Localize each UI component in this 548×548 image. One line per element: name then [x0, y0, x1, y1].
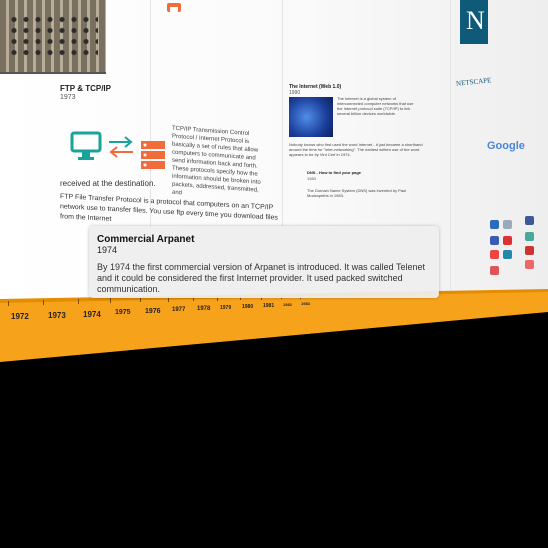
printer-icon: [166, 0, 182, 16]
web-year: 1990: [289, 90, 301, 96]
monitor-icon: [70, 130, 102, 167]
web-history: Nobody knows who first used the word Int…: [289, 142, 423, 157]
network-image: [289, 97, 333, 137]
computer-photo: [0, 0, 106, 74]
transfer-arrows-icon: [107, 136, 135, 163]
year-label[interactable]: 1978: [197, 306, 210, 312]
dns-description: The Domain Name System (DNS) was invente…: [307, 188, 407, 198]
netscape-letter: N: [466, 6, 485, 35]
year-label[interactable]: 1972: [11, 312, 29, 321]
year-label[interactable]: 1983: [301, 301, 310, 306]
google-logo: Google: [487, 140, 525, 152]
year-label[interactable]: 1976: [145, 308, 161, 315]
year-label[interactable]: 1977: [172, 307, 185, 313]
ftp-title: FTP & TCP/IP: [60, 84, 111, 93]
year-label[interactable]: 1975: [115, 309, 131, 316]
event-tooltip: Commercial Arpanet 1974 By 1974 the firs…: [89, 226, 439, 298]
netscape-logo: N: [460, 0, 488, 44]
web-description: The Internet is a global system of inter…: [337, 96, 414, 116]
dns-title: DNS - How to find your page: [307, 170, 361, 175]
year-label[interactable]: 1974: [83, 310, 101, 319]
year-label[interactable]: 1982: [283, 302, 292, 307]
ftp-year: 1973: [60, 94, 76, 101]
tooltip-title: Commercial Arpanet: [97, 234, 195, 245]
year-label[interactable]: 1979: [220, 305, 231, 311]
tcp-description: TCP/IP Transmission Control Protocol / I…: [172, 125, 261, 197]
column-divider: [450, 0, 451, 292]
dns-year: 1983: [307, 176, 316, 181]
tooltip-body: By 1974 the first commercial version of …: [97, 262, 425, 294]
tooltip-year: 1974: [97, 245, 118, 255]
ftp-received-text: received at the destination.: [60, 179, 156, 188]
year-label[interactable]: 1981: [263, 303, 274, 309]
year-label[interactable]: 1980: [242, 304, 253, 310]
timeline-viewport: FTP & TCP/IP 1973 TCP/IP Transmission Co…: [0, 0, 548, 548]
server-icon: [141, 141, 165, 174]
year-label[interactable]: 1973: [48, 311, 66, 320]
